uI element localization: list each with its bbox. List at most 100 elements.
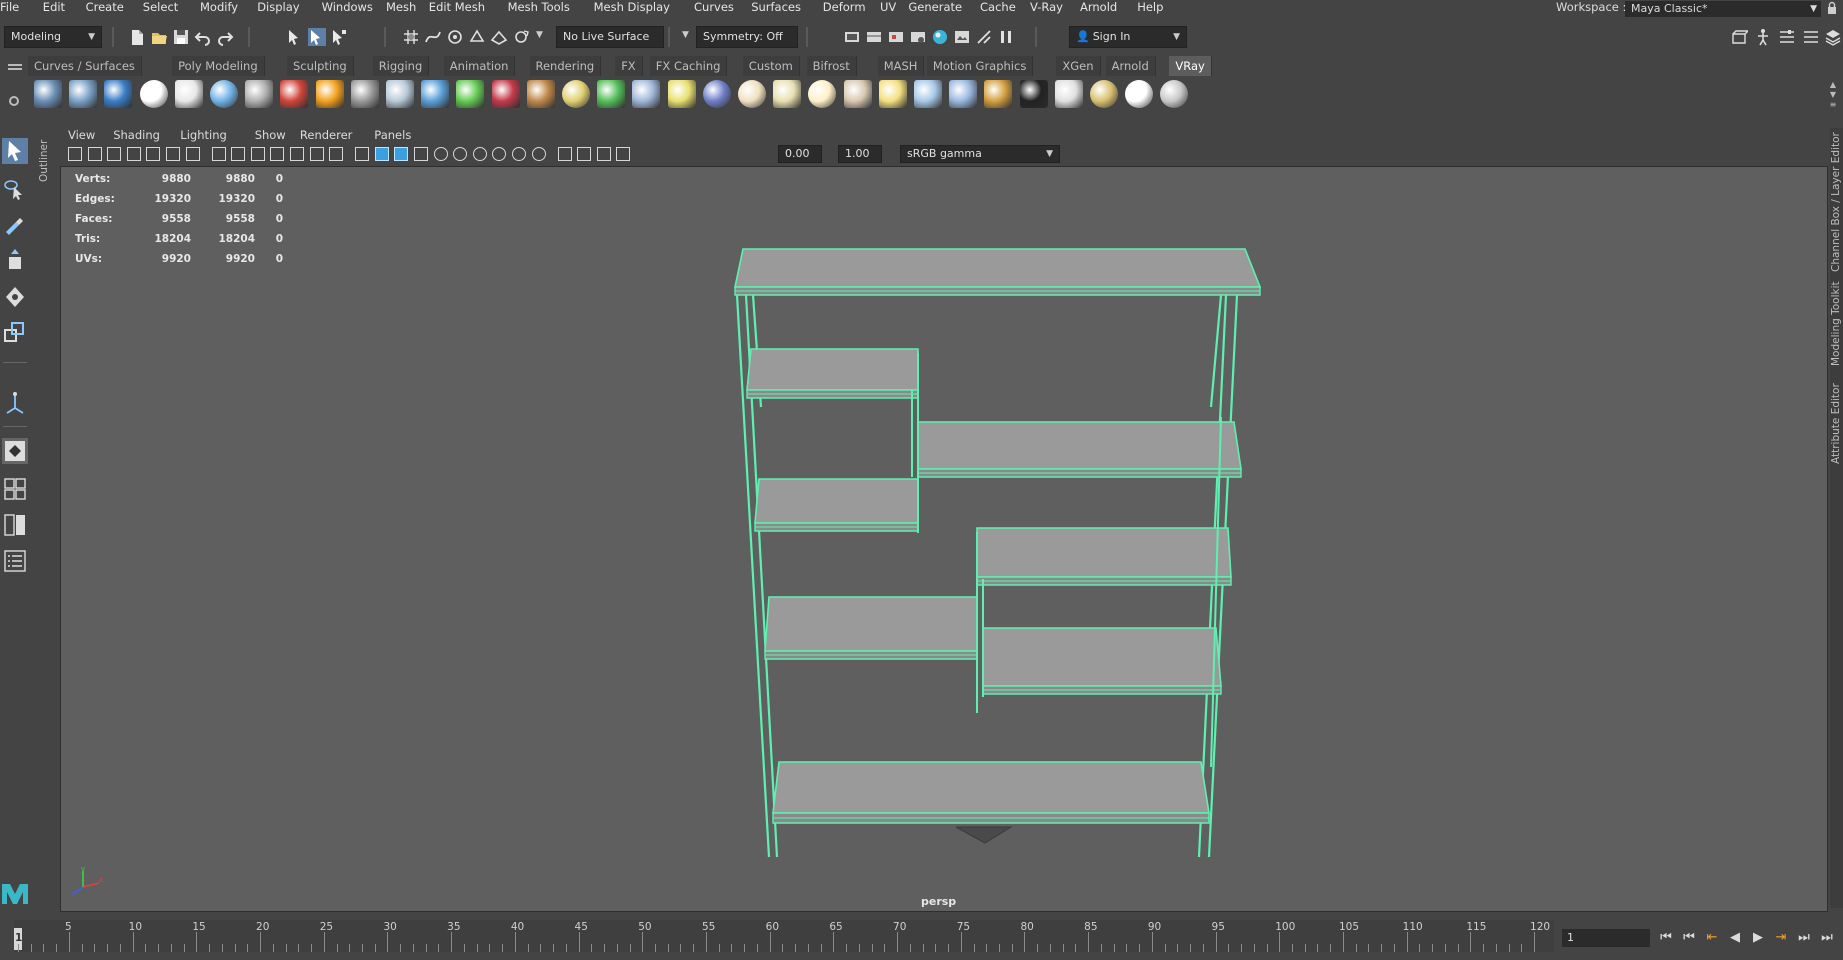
- vray-half-dome-icon[interactable]: [738, 80, 766, 108]
- vray-cloud-icon[interactable]: [1125, 80, 1154, 108]
- rotate-tool-icon[interactable]: [2, 284, 28, 310]
- current-frame-field[interactable]: 1: [1562, 929, 1650, 947]
- vray-vfb-icon[interactable]: [1054, 80, 1083, 108]
- menu-select[interactable]: Select: [143, 0, 178, 16]
- menu-arnold[interactable]: Arnold: [1080, 0, 1117, 16]
- sign-in-dropdown[interactable]: 👤 Sign In ▼: [1069, 26, 1187, 48]
- channel-box-icon[interactable]: [1824, 28, 1842, 46]
- single-view-layout-icon[interactable]: [2, 438, 28, 464]
- human-ik-icon[interactable]: [1754, 28, 1772, 46]
- gate-mask-icon[interactable]: [270, 147, 285, 161]
- isolate-select-icon[interactable]: [557, 147, 572, 161]
- step-forward-key-icon[interactable]: ⏭: [1795, 927, 1813, 949]
- shelf-menu-icon[interactable]: [8, 68, 22, 70]
- vray-camera-icon[interactable]: [245, 80, 274, 108]
- safe-title-icon[interactable]: [329, 147, 344, 161]
- outliner-layout-icon[interactable]: [2, 548, 28, 574]
- vray-render-icon[interactable]: [174, 80, 203, 108]
- vray-particle-icon[interactable]: [632, 80, 661, 108]
- play-forwards-icon[interactable]: ▶: [1749, 927, 1767, 949]
- vray-mtl-icon[interactable]: [280, 80, 309, 108]
- play-backwards-icon[interactable]: ◀: [1726, 927, 1744, 949]
- vray-material-icon[interactable]: [69, 80, 98, 108]
- menu-set-dropdown[interactable]: Modeling ▼: [4, 26, 102, 48]
- viewport-persp[interactable]: Verts: 9880 9880 0 Edges: 19320 19320 0 Faces: 95…: [60, 166, 1828, 912]
- exposure-field[interactable]: 0.00: [778, 145, 822, 163]
- tool-settings-icon[interactable]: [1802, 28, 1820, 46]
- scale-tool-icon[interactable]: [2, 320, 28, 346]
- menu-generate[interactable]: Generate: [908, 0, 962, 16]
- film-gate-icon[interactable]: [231, 147, 246, 161]
- xray-icon[interactable]: [577, 147, 592, 161]
- bookshelf-model[interactable]: [61, 167, 1828, 912]
- shelf-tab-poly-modeling[interactable]: Poly Modeling: [172, 56, 265, 76]
- smooth-shade-icon[interactable]: [374, 147, 389, 161]
- snap-vertex-icon[interactable]: [512, 28, 530, 46]
- gamma-field[interactable]: 1.00: [838, 145, 882, 163]
- menu-modify[interactable]: Modify: [200, 0, 238, 16]
- menu-v-ray[interactable]: V-Ray: [1030, 0, 1063, 16]
- step-back-frame-icon[interactable]: ⇤: [1703, 927, 1721, 949]
- vray-checker-icon[interactable]: [1019, 80, 1048, 108]
- vray-curve-icon[interactable]: [667, 80, 696, 108]
- select-hierarchy-icon[interactable]: [286, 28, 304, 46]
- shelf-tab-vray[interactable]: VRay: [1169, 56, 1212, 76]
- menu-create[interactable]: Create: [86, 0, 124, 16]
- vray-cube-icon[interactable]: [386, 80, 414, 108]
- render-view-icon[interactable]: [953, 28, 971, 46]
- menu-surfaces[interactable]: Surfaces: [751, 0, 801, 16]
- grid-icon[interactable]: [211, 147, 226, 161]
- four-view-layout-icon[interactable]: [2, 476, 28, 502]
- vray-grass-icon[interactable]: [597, 80, 626, 108]
- modeling-toolkit-icon[interactable]: [1730, 28, 1748, 46]
- menu-mesh[interactable]: Mesh: [386, 0, 416, 16]
- shelf-tab-bifrost[interactable]: Bifrost: [806, 56, 857, 76]
- menu-curves[interactable]: Curves: [694, 0, 734, 16]
- modeling-toolkit-tab[interactable]: Modeling Toolkit: [1830, 281, 1843, 366]
- vray-proxy-icon[interactable]: [350, 80, 379, 108]
- shelf-tab-custom[interactable]: Custom: [742, 56, 800, 76]
- two-view-layout-icon[interactable]: [2, 512, 28, 538]
- menu-cache[interactable]: Cache: [980, 0, 1016, 16]
- shelf-tab-fx[interactable]: FX: [615, 56, 643, 76]
- vray-dome-icon[interactable]: [562, 80, 590, 108]
- color-space-dropdown[interactable]: sRGB gamma ▼: [900, 145, 1060, 163]
- vray-cone-icon[interactable]: [421, 80, 450, 108]
- vray-plane-icon[interactable]: [526, 80, 555, 108]
- help-icon[interactable]: [1160, 80, 1189, 108]
- shelf-menu-icon[interactable]: [8, 64, 22, 66]
- 2d-pan-zoom-icon[interactable]: [166, 147, 180, 161]
- hypershade-icon[interactable]: [931, 28, 949, 46]
- redo-icon[interactable]: [216, 28, 234, 46]
- shelf-tab-sculpting[interactable]: Sculpting: [287, 56, 354, 76]
- vray-spot-icon[interactable]: [773, 80, 802, 108]
- chevron-down-icon[interactable]: ▼: [682, 30, 689, 40]
- snap-grid-icon[interactable]: [402, 28, 420, 46]
- menu-windows[interactable]: Windows: [322, 0, 373, 16]
- select-tool-icon[interactable]: [2, 138, 28, 164]
- use-all-lights-icon[interactable]: [433, 147, 448, 161]
- snap-point-icon[interactable]: [446, 28, 464, 46]
- shelf-tab-rigging[interactable]: Rigging: [372, 56, 430, 76]
- vray-fire-icon[interactable]: [315, 80, 344, 108]
- image-plane-icon[interactable]: [146, 147, 161, 161]
- vray-sun-icon[interactable]: [878, 80, 907, 108]
- field-chart-icon[interactable]: [290, 147, 304, 161]
- wireframe-on-shaded-icon[interactable]: [394, 147, 409, 161]
- menu-mesh-display[interactable]: Mesh Display: [594, 0, 670, 16]
- vray-globe-icon[interactable]: [702, 80, 731, 108]
- step-back-key-icon[interactable]: ⏮: [1680, 927, 1698, 949]
- workspace-dropdown[interactable]: Maya Classic* ▼: [1625, 1, 1821, 17]
- xray-components-icon[interactable]: [616, 147, 631, 161]
- move-tool-icon[interactable]: [2, 248, 28, 274]
- anti-aliasing-icon[interactable]: [512, 147, 526, 161]
- panel-menu-lighting[interactable]: Lighting: [180, 128, 226, 144]
- chevron-down-icon[interactable]: ▼: [536, 30, 543, 40]
- vray-settings-icon[interactable]: [34, 80, 62, 108]
- render-settings-icon[interactable]: [909, 28, 927, 46]
- vray-fur-icon[interactable]: [491, 80, 520, 108]
- menu-display[interactable]: Display: [257, 0, 299, 16]
- motion-blur-icon[interactable]: [492, 147, 507, 161]
- shelf-tab-mash[interactable]: MASH: [877, 56, 925, 76]
- go-to-start-icon[interactable]: ⏮: [1657, 927, 1675, 949]
